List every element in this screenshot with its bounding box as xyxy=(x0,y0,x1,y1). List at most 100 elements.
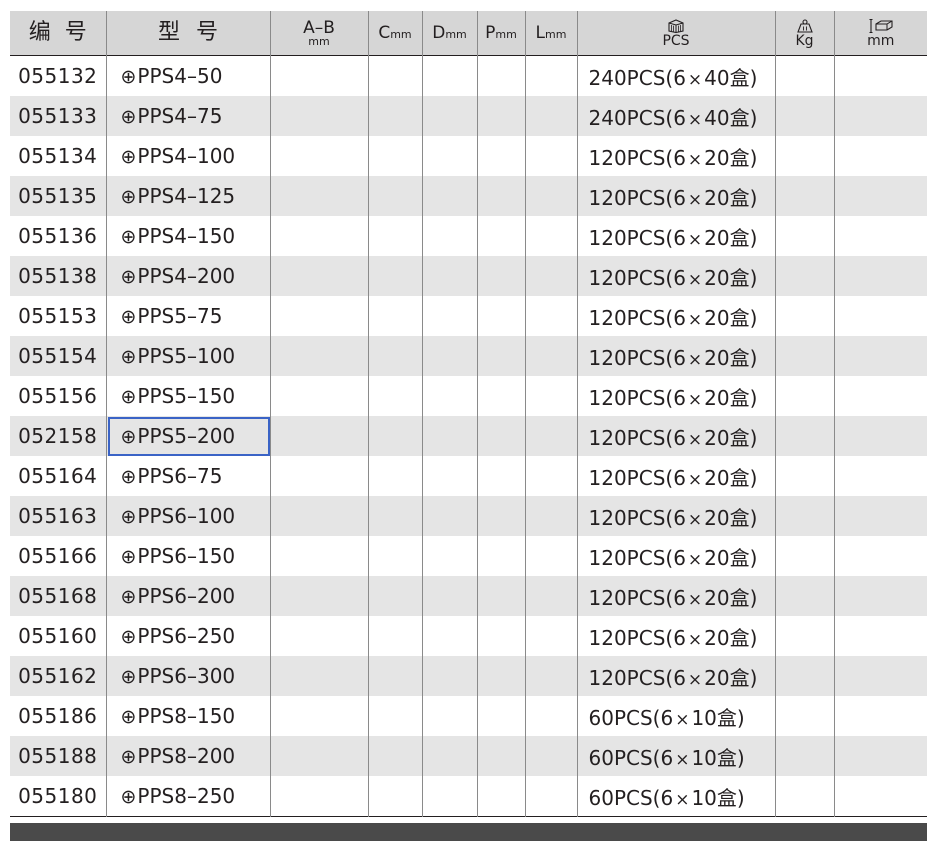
cell-p[interactable] xyxy=(476,456,525,496)
cell-ab[interactable] xyxy=(269,536,368,576)
cell-size[interactable] xyxy=(833,616,927,656)
header-pcs[interactable]: PCS xyxy=(576,11,775,56)
table-row[interactable]: 055164 ⊕PPS6–75 120PCS(6 × 20盒) xyxy=(10,456,927,496)
cell-model[interactable]: ⊕PPS5–100 xyxy=(105,336,270,376)
header-l[interactable]: Lmm xyxy=(524,11,577,56)
cell-kg[interactable] xyxy=(774,96,834,136)
cell-model[interactable]: ⊕PPS8–250 xyxy=(105,776,270,817)
cell-code[interactable]: 055135 xyxy=(10,176,106,216)
cell-pcs[interactable]: 240PCS(6 × 40盒) xyxy=(576,96,775,136)
cell-c[interactable] xyxy=(367,496,422,536)
cell-d[interactable] xyxy=(421,336,477,376)
cell-size[interactable] xyxy=(833,96,927,136)
cell-kg[interactable] xyxy=(774,416,834,456)
cell-l[interactable] xyxy=(524,55,577,96)
cell-size[interactable] xyxy=(833,55,927,96)
cell-c[interactable] xyxy=(367,696,422,736)
cell-d[interactable] xyxy=(421,776,477,817)
cell-p[interactable] xyxy=(476,336,525,376)
cell-c[interactable] xyxy=(367,456,422,496)
cell-kg[interactable] xyxy=(774,216,834,256)
cell-pcs[interactable]: 120PCS(6 × 20盒) xyxy=(576,216,775,256)
cell-code[interactable]: 055168 xyxy=(10,576,106,616)
cell-d[interactable] xyxy=(421,296,477,336)
header-d[interactable]: Dmm xyxy=(421,11,477,56)
cell-d[interactable] xyxy=(421,536,477,576)
cell-d[interactable] xyxy=(421,176,477,216)
cell-l[interactable] xyxy=(524,216,577,256)
cell-l[interactable] xyxy=(524,656,577,696)
cell-p[interactable] xyxy=(476,256,525,296)
cell-p[interactable] xyxy=(476,496,525,536)
cell-code[interactable]: 055156 xyxy=(10,376,106,416)
cell-model[interactable]: ⊕PPS5–75 xyxy=(105,296,270,336)
cell-size[interactable] xyxy=(833,136,927,176)
cell-p[interactable] xyxy=(476,576,525,616)
cell-size[interactable] xyxy=(833,736,927,776)
cell-ab[interactable] xyxy=(269,136,368,176)
cell-pcs[interactable]: 120PCS(6 × 20盒) xyxy=(576,536,775,576)
cell-d[interactable] xyxy=(421,456,477,496)
cell-p[interactable] xyxy=(476,96,525,136)
cell-code[interactable]: 055138 xyxy=(10,256,106,296)
cell-l[interactable] xyxy=(524,416,577,456)
cell-ab[interactable] xyxy=(269,456,368,496)
cell-ab[interactable] xyxy=(269,96,368,136)
cell-model[interactable]: ⊕PPS8–150 xyxy=(105,696,270,736)
cell-code[interactable]: 055186 xyxy=(10,696,106,736)
cell-code[interactable]: 055132 xyxy=(10,55,106,96)
cell-c[interactable] xyxy=(367,216,422,256)
cell-l[interactable] xyxy=(524,256,577,296)
header-p[interactable]: Pmm xyxy=(476,11,525,56)
table-row[interactable]: 055168 ⊕PPS6–200 120PCS(6 × 20盒) xyxy=(10,576,927,616)
cell-ab[interactable] xyxy=(269,616,368,656)
cell-c[interactable] xyxy=(367,576,422,616)
cell-c[interactable] xyxy=(367,776,422,817)
cell-pcs[interactable]: 120PCS(6 × 20盒) xyxy=(576,576,775,616)
cell-ab[interactable] xyxy=(269,576,368,616)
cell-p[interactable] xyxy=(476,416,525,456)
cell-ab[interactable] xyxy=(269,256,368,296)
cell-model[interactable]: ⊕PPS6–150 xyxy=(105,536,270,576)
cell-code[interactable]: 055134 xyxy=(10,136,106,176)
cell-kg[interactable] xyxy=(774,776,834,817)
cell-kg[interactable] xyxy=(774,576,834,616)
cell-pcs[interactable]: 120PCS(6 × 20盒) xyxy=(576,616,775,656)
cell-l[interactable] xyxy=(524,616,577,656)
cell-size[interactable] xyxy=(833,296,927,336)
cell-kg[interactable] xyxy=(774,696,834,736)
cell-d[interactable] xyxy=(421,216,477,256)
table-row[interactable]: 055180 ⊕PPS8–250 60PCS(6 × 10盒) xyxy=(10,776,927,817)
cell-c[interactable] xyxy=(367,176,422,216)
table-row[interactable]: 055160 ⊕PPS6–250 120PCS(6 × 20盒) xyxy=(10,616,927,656)
cell-kg[interactable] xyxy=(774,496,834,536)
cell-size[interactable] xyxy=(833,576,927,616)
cell-pcs[interactable]: 60PCS(6 × 10盒) xyxy=(576,696,775,736)
table-row[interactable]: 055138 ⊕PPS4–200 120PCS(6 × 20盒) xyxy=(10,256,927,296)
cell-p[interactable] xyxy=(476,536,525,576)
cell-c[interactable] xyxy=(367,336,422,376)
cell-pcs[interactable]: 120PCS(6 × 20盒) xyxy=(576,496,775,536)
cell-kg[interactable] xyxy=(774,336,834,376)
cell-size[interactable] xyxy=(833,256,927,296)
cell-ab[interactable] xyxy=(269,496,368,536)
cell-c[interactable] xyxy=(367,55,422,96)
cell-pcs[interactable]: 120PCS(6 × 20盒) xyxy=(576,256,775,296)
cell-ab[interactable] xyxy=(269,216,368,256)
cell-c[interactable] xyxy=(367,616,422,656)
cell-l[interactable] xyxy=(524,456,577,496)
cell-pcs[interactable]: 240PCS(6 × 40盒) xyxy=(576,55,775,96)
cell-l[interactable] xyxy=(524,736,577,776)
cell-ab[interactable] xyxy=(269,696,368,736)
cell-d[interactable] xyxy=(421,656,477,696)
cell-ab[interactable] xyxy=(269,776,368,817)
cell-code[interactable]: 052158 xyxy=(10,416,106,456)
cell-c[interactable] xyxy=(367,376,422,416)
cell-model[interactable]: ⊕PPS4–125 xyxy=(105,176,270,216)
table-row[interactable]: 055163 ⊕PPS6–100 120PCS(6 × 20盒) xyxy=(10,496,927,536)
cell-model[interactable]: ⊕PPS4–150 xyxy=(105,216,270,256)
cell-d[interactable] xyxy=(421,376,477,416)
cell-pcs[interactable]: 60PCS(6 × 10盒) xyxy=(576,736,775,776)
table-row[interactable]: 055153 ⊕PPS5–75 120PCS(6 × 20盒) xyxy=(10,296,927,336)
cell-pcs[interactable]: 120PCS(6 × 20盒) xyxy=(576,456,775,496)
